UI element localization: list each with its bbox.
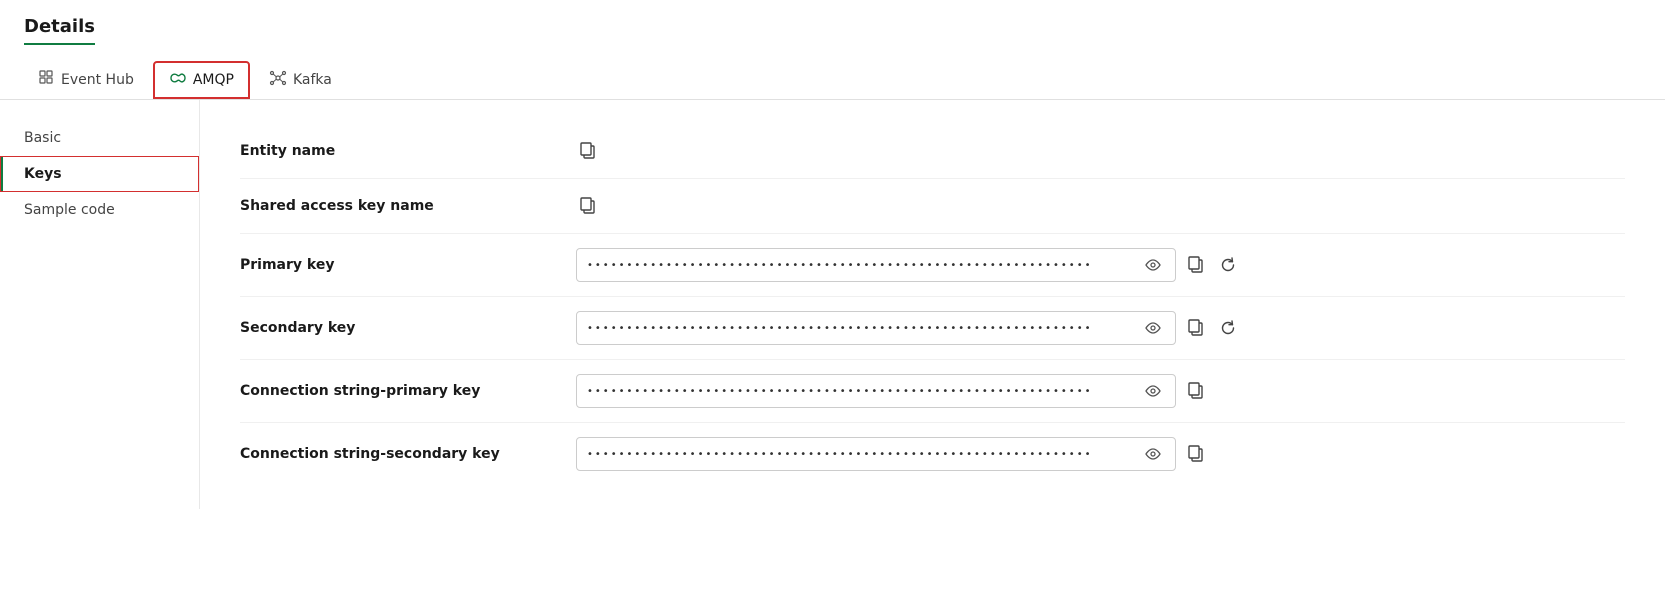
field-row-primary-key: Primary key ••••••••••••••••••••••••••••… — [240, 234, 1625, 297]
kafka-icon — [269, 70, 287, 90]
tab-kafka[interactable]: Kafka — [254, 61, 347, 99]
copy-entity-name-button[interactable] — [576, 138, 600, 164]
field-row-entity-name: Entity name — [240, 124, 1625, 179]
toggle-secondary-key-button[interactable] — [1141, 318, 1165, 338]
page-title: Details — [24, 16, 95, 45]
field-value-shared-access-key-name — [576, 193, 1625, 219]
field-label-shared-access-key-name: Shared access key name — [240, 198, 560, 214]
refresh-primary-key-button[interactable] — [1216, 253, 1240, 277]
field-row-connection-string-primary: Connection string-primary key ••••••••••… — [240, 360, 1625, 423]
secondary-key-input: ••••••••••••••••••••••••••••••••••••••••… — [576, 311, 1176, 345]
copy-primary-key-button[interactable] — [1184, 252, 1208, 278]
field-value-primary-key: ••••••••••••••••••••••••••••••••••••••••… — [576, 248, 1625, 282]
tab-amqp-label: AMQP — [193, 72, 234, 88]
field-label-entity-name: Entity name — [240, 143, 560, 159]
primary-key-input: ••••••••••••••••••••••••••••••••••••••••… — [576, 248, 1176, 282]
field-label-secondary-key: Secondary key — [240, 320, 560, 336]
field-label-primary-key: Primary key — [240, 257, 560, 273]
toggle-connection-string-primary-button[interactable] — [1141, 381, 1165, 401]
tab-event-hub[interactable]: Event Hub — [24, 61, 149, 99]
primary-key-dots: ••••••••••••••••••••••••••••••••••••••••… — [587, 260, 1133, 271]
main-layout: Basic Keys Sample code Entity name — [0, 100, 1665, 509]
field-label-connection-string-primary: Connection string-primary key — [240, 383, 560, 399]
tabs-bar: Event Hub AMQP — [0, 49, 1665, 100]
field-label-connection-string-secondary: Connection string-secondary key — [240, 446, 560, 462]
field-value-entity-name — [576, 138, 1625, 164]
refresh-secondary-key-button[interactable] — [1216, 316, 1240, 340]
tab-event-hub-label: Event Hub — [61, 72, 134, 88]
sidebar: Basic Keys Sample code — [0, 100, 200, 509]
connection-string-primary-dots: ••••••••••••••••••••••••••••••••••••••••… — [587, 386, 1133, 397]
tab-amqp[interactable]: AMQP — [153, 61, 250, 99]
connection-string-primary-input: ••••••••••••••••••••••••••••••••••••••••… — [576, 374, 1176, 408]
tab-kafka-label: Kafka — [293, 72, 332, 88]
copy-secondary-key-button[interactable] — [1184, 315, 1208, 341]
content-area: Entity name Shared access key name — [200, 100, 1665, 509]
field-value-connection-string-primary: ••••••••••••••••••••••••••••••••••••••••… — [576, 374, 1625, 408]
copy-connection-string-secondary-button[interactable] — [1184, 441, 1208, 467]
amqp-icon — [169, 71, 187, 89]
copy-shared-access-key-name-button[interactable] — [576, 193, 600, 219]
connection-string-secondary-input: ••••••••••••••••••••••••••••••••••••••••… — [576, 437, 1176, 471]
sidebar-item-basic[interactable]: Basic — [0, 120, 199, 156]
field-row-shared-access-key-name: Shared access key name — [240, 179, 1625, 234]
field-value-secondary-key: ••••••••••••••••••••••••••••••••••••••••… — [576, 311, 1625, 345]
page-container: Details Event Hub AMQP — [0, 0, 1665, 596]
field-value-connection-string-secondary: ••••••••••••••••••••••••••••••••••••••••… — [576, 437, 1625, 471]
field-row-connection-string-secondary: Connection string-secondary key ••••••••… — [240, 423, 1625, 485]
toggle-connection-string-secondary-button[interactable] — [1141, 444, 1165, 464]
copy-connection-string-primary-button[interactable] — [1184, 378, 1208, 404]
sidebar-item-keys[interactable]: Keys — [0, 156, 199, 192]
toggle-primary-key-button[interactable] — [1141, 255, 1165, 275]
page-header: Details — [0, 16, 1665, 45]
grid-icon — [39, 70, 55, 90]
connection-string-secondary-dots: ••••••••••••••••••••••••••••••••••••••••… — [587, 449, 1133, 460]
secondary-key-dots: ••••••••••••••••••••••••••••••••••••••••… — [587, 323, 1133, 334]
sidebar-item-sample-code[interactable]: Sample code — [0, 192, 199, 228]
field-row-secondary-key: Secondary key ••••••••••••••••••••••••••… — [240, 297, 1625, 360]
